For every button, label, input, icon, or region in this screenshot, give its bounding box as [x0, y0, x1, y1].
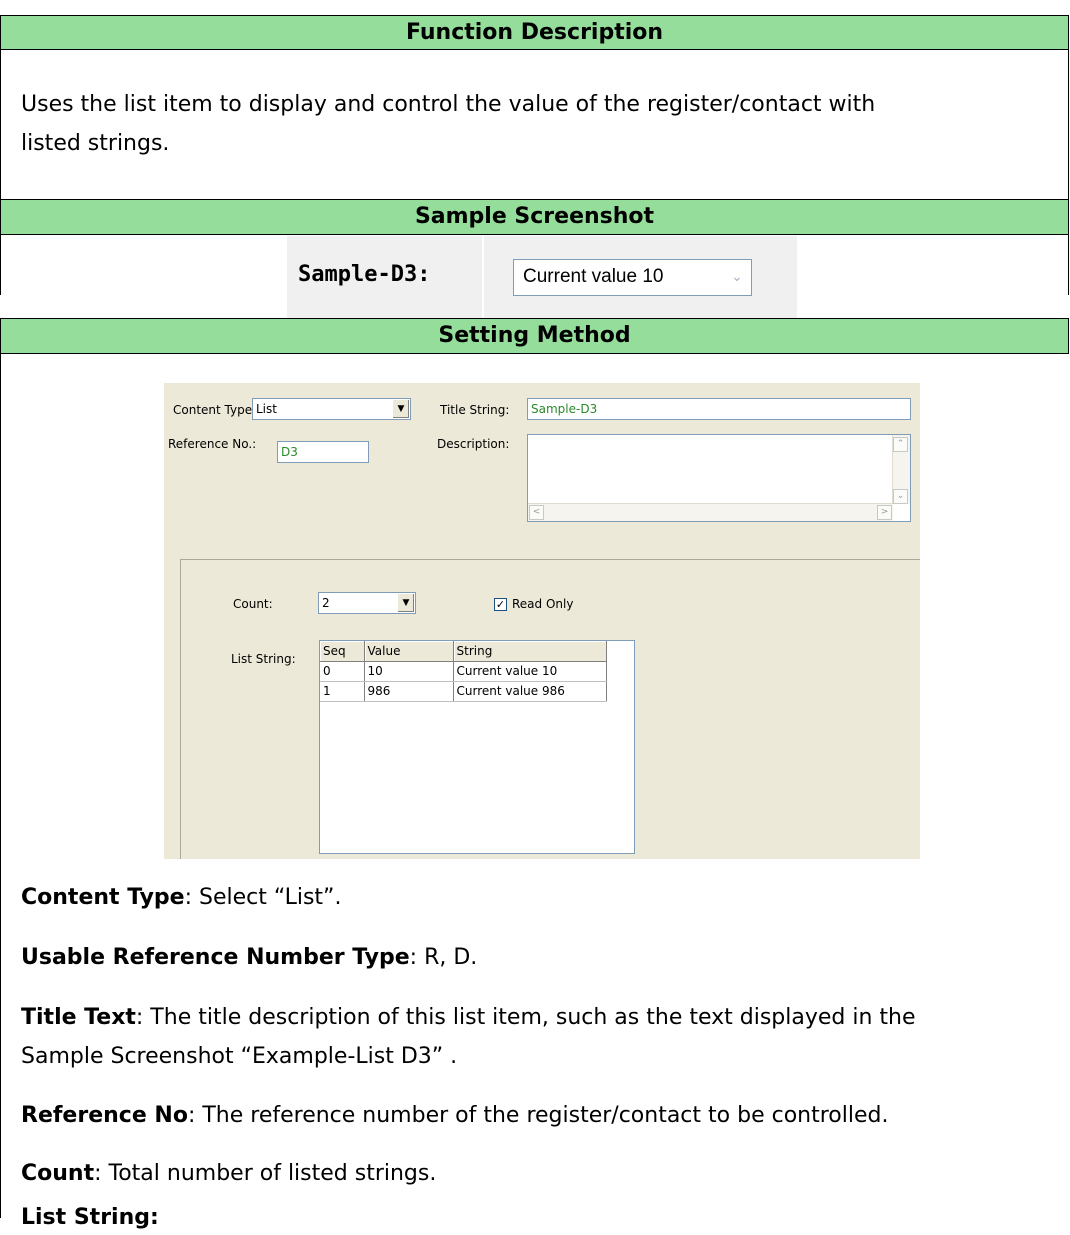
title-string-label: Title String: [440, 403, 510, 417]
grid-cell[interactable]: 1 [320, 681, 365, 702]
grid-cell[interactable]: 10 [364, 661, 454, 682]
scroll-right-icon[interactable]: > [877, 505, 892, 520]
table-border-left-3 [0, 354, 1, 1218]
definition: : Total number of listed strings. [94, 1161, 437, 1186]
content-type-combo[interactable]: List ▼ [252, 398, 411, 420]
scroll-up-icon[interactable]: ⌃ [893, 437, 908, 452]
count-desc: Count: Total number of listed strings. [21, 1156, 436, 1191]
description-label: Description: [437, 437, 510, 451]
description-vertical-scrollbar[interactable]: ⌃ ⌄ [892, 435, 910, 504]
grid-cell[interactable]: 986 [364, 681, 454, 702]
grid-header-row: Seq Value String [320, 641, 607, 662]
reference-no-field[interactable]: D3 [277, 441, 369, 463]
term: Count [21, 1161, 95, 1186]
definition: : The title description of this list ite… [135, 1005, 916, 1030]
grid-cell[interactable]: Current value 10 [453, 661, 607, 682]
title-string-field[interactable]: Sample-D3 [527, 398, 911, 420]
content-type-value: List [256, 402, 277, 416]
chevron-down-icon: ⌄ [731, 268, 743, 284]
table-border-left-2 [0, 235, 1, 295]
term: Usable Reference Number Type [21, 945, 410, 970]
definition: : Select “List”. [184, 885, 342, 910]
grid-header-seq[interactable]: Seq [320, 641, 365, 662]
settings-dialog: Content Type: List ▼ Reference No.: D3 T… [164, 383, 920, 859]
term: Title Text [21, 1005, 136, 1030]
table-row[interactable]: 0 10 Current value 10 [320, 661, 607, 682]
grid-header-string[interactable]: String [453, 641, 607, 662]
setting-method-title: Setting Method [438, 323, 631, 348]
function-description-line1: Uses the list item to display and contro… [21, 92, 876, 117]
document: Function Description Uses the list item … [0, 0, 1070, 1230]
sample-screenshot-title: Sample Screenshot [414, 204, 655, 229]
usable-ref-desc: Usable Reference Number Type: R, D. [21, 940, 477, 975]
read-only-label: Read Only [512, 597, 574, 611]
count-combo[interactable]: 2 ▼ [318, 592, 416, 614]
grid-header-value[interactable]: Value [364, 641, 454, 662]
content-type-desc: Content Type: Select “List”. [21, 880, 341, 915]
dropdown-arrow-icon[interactable]: ▼ [392, 400, 409, 418]
sample-screenshot-header: Sample Screenshot [0, 199, 1069, 235]
description-textarea[interactable]: ⌃ ⌄ < > [527, 434, 911, 522]
list-string-table: Seq Value String 0 10 Current value 10 1… [320, 641, 607, 702]
scroll-left-icon[interactable]: < [529, 505, 544, 520]
list-string-label: List String: [231, 652, 296, 666]
title-text-desc-line2: Sample Screenshot “Example-List D3” . [21, 1044, 458, 1069]
dropdown-arrow-icon[interactable]: ▼ [397, 594, 414, 612]
count-value: 2 [322, 596, 330, 610]
term: Content Type [21, 885, 185, 910]
grid-cell[interactable]: Current value 986 [453, 681, 607, 702]
table-row[interactable]: 1 986 Current value 986 [320, 681, 607, 702]
function-description-line2: listed strings. [21, 131, 170, 156]
sample-list-select[interactable]: Current value 10 ⌄ [513, 259, 752, 296]
term: Reference No [21, 1103, 188, 1128]
definition: : R, D. [409, 945, 478, 970]
list-string-grid[interactable]: Seq Value String 0 10 Current value 10 1… [319, 640, 635, 854]
sample-select-value: Current value 10 [523, 266, 664, 287]
table-border-right-2 [1068, 235, 1069, 295]
scroll-down-icon[interactable]: ⌄ [893, 489, 908, 504]
read-only-checkbox[interactable]: ✓ [494, 598, 507, 611]
description-horizontal-scrollbar[interactable]: < > [528, 503, 893, 521]
count-label: Count: [233, 597, 273, 611]
content-type-label: Content Type: [173, 403, 257, 417]
function-description-title: Function Description [405, 20, 664, 45]
reference-no-label: Reference No.: [168, 437, 257, 451]
sample-label: Sample-D3: [298, 262, 431, 287]
title-text-desc-line1: Title Text: The title description of thi… [21, 1000, 916, 1035]
reference-no-desc: Reference No: The reference number of th… [21, 1098, 888, 1133]
setting-method-header: Setting Method [0, 318, 1069, 354]
function-description-header: Function Description [0, 15, 1069, 50]
grid-cell[interactable]: 0 [320, 661, 365, 682]
definition: : The reference number of the register/c… [187, 1103, 889, 1128]
